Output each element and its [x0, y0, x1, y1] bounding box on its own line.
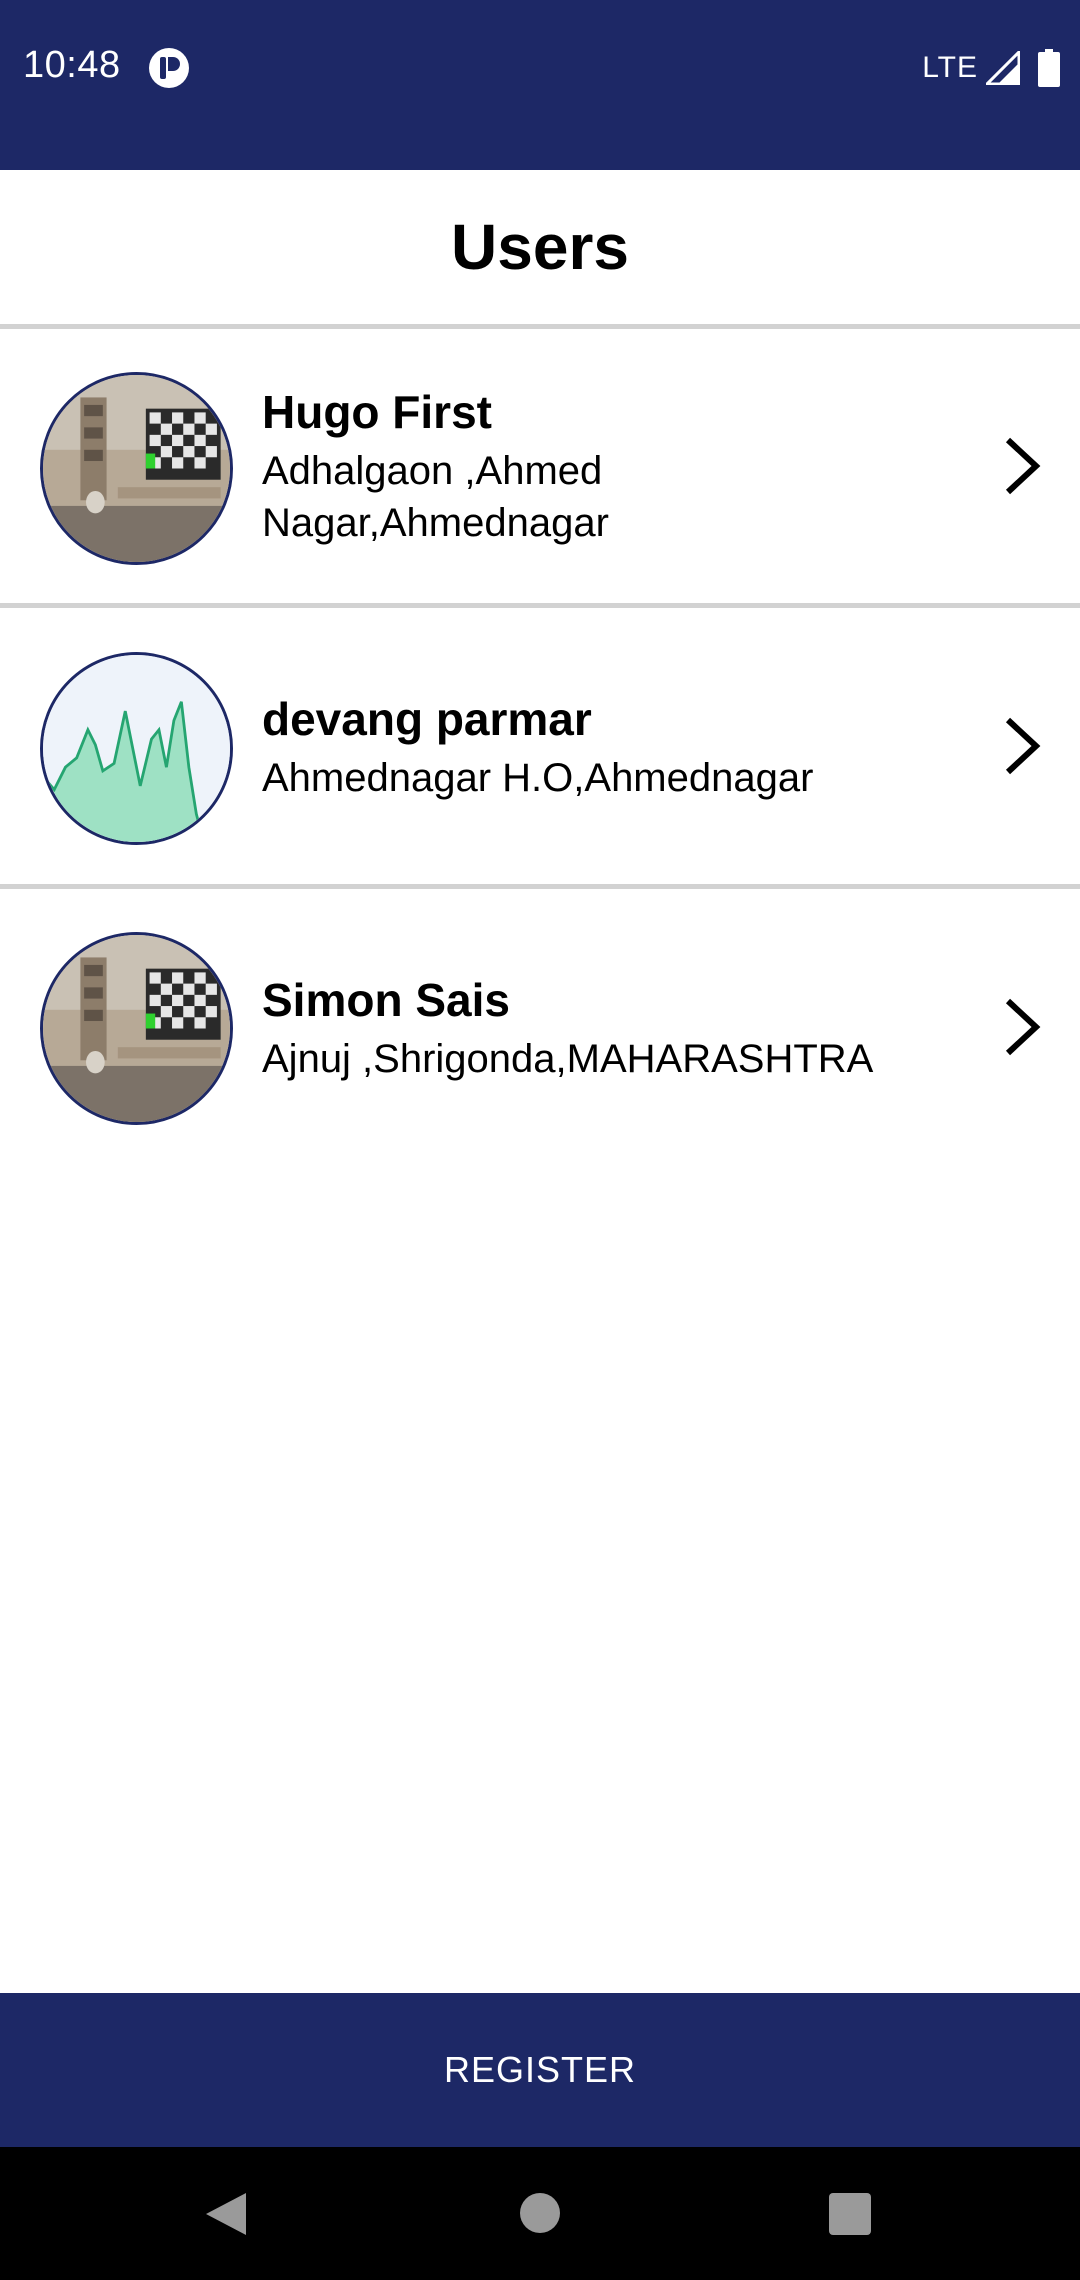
page-title: Users — [451, 211, 629, 283]
user-name: devang parmar — [262, 693, 592, 745]
user-info: Simon Sais Ajnuj ,Shrigonda,MAHARASHTRA — [262, 973, 960, 1085]
room-photo-image — [43, 935, 230, 1122]
battery-icon — [1038, 49, 1060, 87]
recents-icon[interactable] — [829, 2193, 871, 2235]
status-bar: 10:48 LTE — [0, 0, 1080, 170]
system-nav-bar — [0, 2147, 1080, 2280]
waveform-chart-image — [43, 655, 230, 842]
user-info: Hugo First Adhalgaon ,Ahmed Nagar,Ahmedn… — [262, 385, 960, 549]
user-list-item[interactable]: Simon Sais Ajnuj ,Shrigonda,MAHARASHTRA — [0, 889, 1080, 1162]
network-type-label: LTE — [922, 51, 978, 84]
user-avatar — [40, 372, 233, 565]
app-notification-icon — [149, 48, 189, 88]
app-root: 10:48 LTE Users Hugo First Adhalgaon ,Ah… — [0, 0, 1080, 2280]
chevron-right-icon — [1005, 717, 1041, 775]
user-name: Simon Sais — [262, 974, 510, 1026]
user-address: Ahmednagar H.O,Ahmednagar — [262, 756, 814, 800]
user-list-item[interactable]: devang parmar Ahmednagar H.O,Ahmednagar — [0, 608, 1080, 881]
signal-icon — [986, 51, 1020, 85]
status-time: 10:48 — [23, 44, 121, 86]
user-list-item[interactable]: Hugo First Adhalgaon ,Ahmed Nagar,Ahmedn… — [0, 329, 1080, 602]
user-name: Hugo First — [262, 386, 492, 438]
home-icon[interactable] — [520, 2193, 560, 2233]
register-button[interactable]: REGISTER — [0, 1993, 1080, 2147]
header: Users — [0, 170, 1080, 324]
user-info: devang parmar Ahmednagar H.O,Ahmednagar — [262, 692, 960, 804]
chevron-right-icon — [1005, 437, 1041, 495]
register-button-label: REGISTER — [443, 2049, 637, 2090]
room-photo-image — [43, 375, 230, 562]
chevron-right-icon — [1005, 998, 1041, 1056]
status-indicators: LTE — [922, 48, 1060, 88]
user-avatar — [40, 932, 233, 1125]
back-icon[interactable] — [204, 2191, 248, 2237]
user-address: Ajnuj ,Shrigonda,MAHARASHTRA — [262, 1037, 874, 1081]
user-address: Adhalgaon ,Ahmed Nagar,Ahmednagar — [262, 449, 609, 545]
user-avatar — [40, 652, 233, 845]
